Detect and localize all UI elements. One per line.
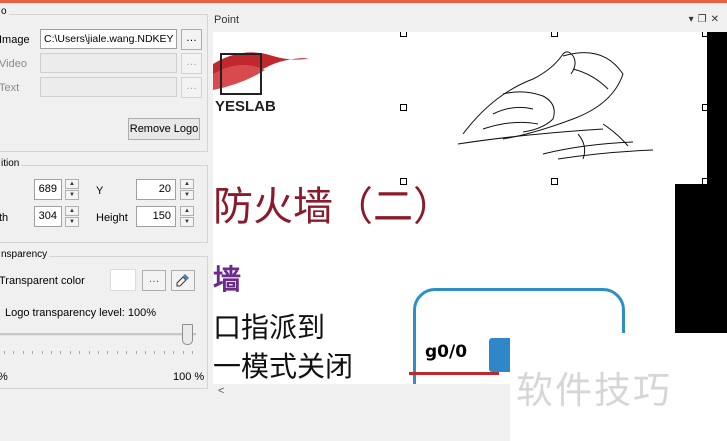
y-spin-arrows[interactable]: ▲ ▼ <box>180 179 194 200</box>
slider-max-label: 100 % <box>173 371 205 383</box>
chevron-up-icon[interactable]: ▲ <box>65 179 79 189</box>
slide-line-1: 口指派到 <box>213 311 326 344</box>
slider-tick <box>98 351 99 354</box>
width-spin-arrows[interactable]: ▲ ▼ <box>65 206 79 227</box>
resize-handle-tl[interactable] <box>400 32 407 37</box>
position-group <box>0 165 208 243</box>
slide-line-2: 一模式关闭 <box>213 350 354 383</box>
bird-sketch-image <box>457 51 654 160</box>
scroll-left-icon[interactable]: < <box>218 385 224 397</box>
width-value-input[interactable]: 304 <box>34 206 62 227</box>
transparency-level-label: Logo transparency level: 100% <box>5 307 157 319</box>
slider-tick <box>192 351 193 354</box>
slider-min-label: % <box>0 371 8 383</box>
slider-tick <box>182 351 184 354</box>
horizontal-scrollbar[interactable]: < <box>213 384 510 401</box>
eyedropper-icon[interactable] <box>171 270 195 291</box>
port-label: g0/0 <box>425 342 468 362</box>
slider-tick <box>51 351 52 354</box>
transparency-slider-track[interactable] <box>0 333 196 336</box>
preview-canvas[interactable]: YESLAB 防火墙（二） 墙 口指派到 一模式关闭 g0/0 <box>213 32 727 384</box>
chevron-down-icon[interactable]: ▼ <box>65 190 79 200</box>
slider-tick <box>13 351 15 354</box>
video-label: Video <box>0 58 27 70</box>
yeslab-logo-mark <box>213 52 309 95</box>
slider-tick <box>69 351 71 354</box>
transparency-slider-thumb[interactable] <box>182 324 193 345</box>
video-path-field[interactable] <box>40 53 177 73</box>
slider-tick <box>145 351 146 354</box>
transparent-color-label: Transparent color <box>0 275 85 287</box>
text-browse-button[interactable]: … <box>181 77 202 98</box>
remove-logo-button[interactable]: Remove Logo <box>128 118 200 140</box>
height-label: Height <box>96 212 128 224</box>
chevron-down-icon[interactable]: ▼ <box>180 190 194 200</box>
slider-tick <box>88 351 90 354</box>
close-icon[interactable]: ✕ <box>711 14 723 25</box>
slide-title: 防火墙（二） <box>213 184 453 230</box>
network-link <box>409 372 499 375</box>
logo-group-title: o <box>0 6 9 17</box>
image-label: Image <box>0 34 30 46</box>
pin-icon[interactable]: ▾ <box>689 14 698 25</box>
slider-tick <box>107 351 109 354</box>
image-browse-button[interactable]: … <box>181 29 202 50</box>
slider-tick <box>173 351 175 354</box>
window-buttons: ▾❐✕ <box>689 14 723 25</box>
width-label: th <box>0 212 9 224</box>
logo-settings-panel: o Image C:\Users\jiale.wang.NDKEY … Vide… <box>0 3 213 441</box>
chevron-up-icon[interactable]: ▲ <box>180 206 194 216</box>
slider-tick <box>22 351 24 354</box>
slider-ticks <box>4 351 194 355</box>
slider-tick <box>116 351 118 354</box>
slider-tick <box>79 351 81 354</box>
y-label: Y <box>96 185 104 197</box>
slide-subtitle: 墙 <box>213 263 242 296</box>
slider-tick <box>163 351 165 354</box>
preview-title-bar: Point ▾❐✕ <box>213 10 727 30</box>
restore-icon[interactable]: ❐ <box>698 14 711 25</box>
y-value-input[interactable]: 20 <box>136 179 176 200</box>
height-value-input[interactable]: 150 <box>136 206 176 227</box>
resize-handle-bc[interactable] <box>551 178 558 185</box>
height-spin-arrows[interactable]: ▲ ▼ <box>180 206 194 227</box>
chevron-down-icon[interactable]: ▼ <box>180 217 194 227</box>
slider-tick <box>60 351 62 354</box>
watermark-text: 软件技巧 <box>516 369 672 412</box>
slider-tick <box>4 351 5 354</box>
preview-title: Point <box>214 14 240 26</box>
image-path-field[interactable]: C:\Users\jiale.wang.NDKEY <box>40 29 177 49</box>
slider-tick <box>126 351 128 354</box>
transparency-group-title: nsparency <box>0 249 50 260</box>
slider-tick <box>32 351 34 354</box>
slider-tick <box>154 351 156 354</box>
x-value-input[interactable]: 689 <box>34 179 62 200</box>
text-label: Text <box>0 82 20 94</box>
slider-tick <box>41 351 43 354</box>
chevron-down-icon[interactable]: ▼ <box>65 217 79 227</box>
x-spin-arrows[interactable]: ▲ ▼ <box>65 179 79 200</box>
position-group-title: ition <box>0 158 22 169</box>
chevron-up-icon[interactable]: ▲ <box>65 206 79 216</box>
resize-handle-ml[interactable] <box>400 104 407 111</box>
black-area-top <box>707 32 727 184</box>
chevron-up-icon[interactable]: ▲ <box>180 179 194 189</box>
transparent-color-swatch[interactable] <box>110 269 136 291</box>
video-browse-button[interactable]: … <box>181 53 202 74</box>
logo-overlay[interactable] <box>403 34 707 184</box>
text-field[interactable] <box>40 77 177 97</box>
slider-tick <box>135 351 137 354</box>
yeslab-logo-text: YESLAB <box>215 98 276 115</box>
resize-handle-tc[interactable] <box>551 32 558 37</box>
color-browse-button[interactable]: … <box>142 270 166 291</box>
